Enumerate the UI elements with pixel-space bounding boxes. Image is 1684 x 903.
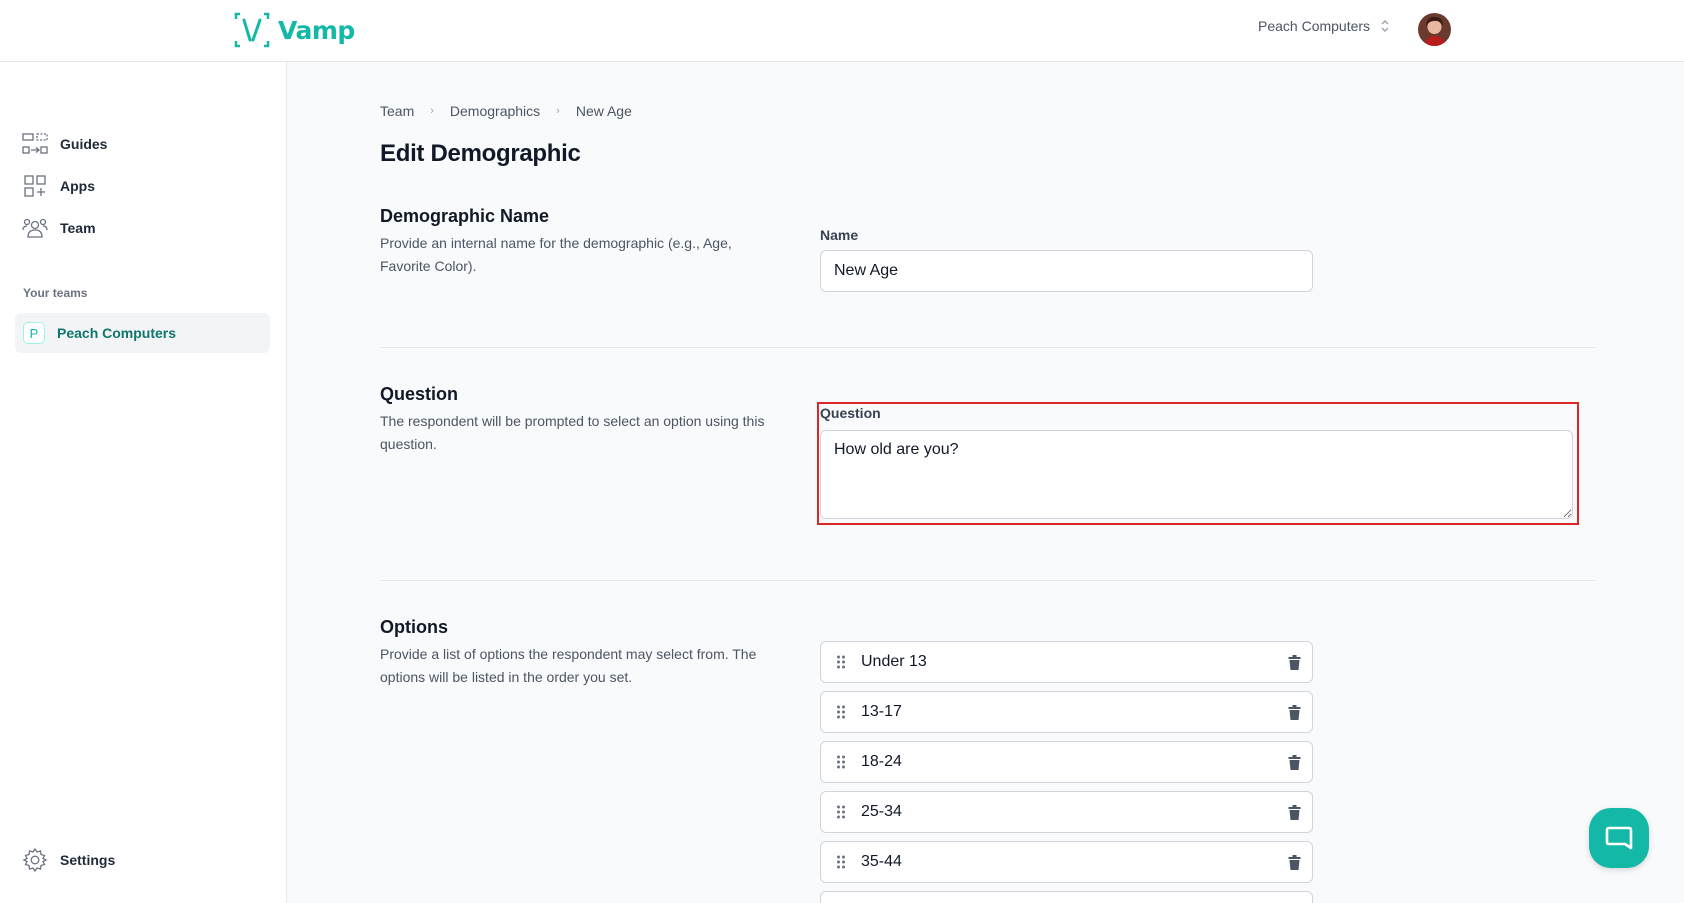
brand-name: Vamp	[278, 15, 355, 45]
question-field-label: Question	[820, 405, 881, 421]
team-icon	[22, 215, 48, 241]
breadcrumb-team[interactable]: Team	[380, 103, 414, 119]
trash-icon[interactable]	[1276, 754, 1312, 770]
sidebar-item-peach-computers[interactable]: P Peach Computers	[15, 313, 270, 353]
option-row-partial	[820, 891, 1313, 903]
option-text[interactable]: Under 13	[861, 653, 1276, 671]
sidebar-item-label: Guides	[60, 136, 108, 152]
option-row: 18-24	[820, 741, 1313, 783]
guides-icon	[22, 131, 48, 157]
chevron-up-down-icon	[1381, 20, 1389, 32]
option-row: 25-34	[820, 791, 1313, 833]
chat-button[interactable]	[1589, 808, 1649, 868]
breadcrumb-current: New Age	[575, 103, 632, 119]
apps-icon	[22, 173, 48, 199]
top-bar: Vamp Peach Computers	[0, 0, 1684, 62]
name-field-label: Name	[820, 227, 859, 243]
name-input[interactable]	[820, 250, 1313, 292]
sidebar-item-settings[interactable]: Settings	[22, 847, 115, 873]
name-section-title: Demographic Name	[380, 206, 550, 226]
sidebar-item-label: Settings	[60, 852, 116, 868]
breadcrumb-demographics[interactable]: Demographics	[450, 103, 540, 119]
option-text[interactable]: 25-34	[861, 803, 1276, 821]
vamp-logo-icon	[234, 12, 270, 48]
page-title: Edit Demographic	[380, 140, 581, 167]
drag-handle-icon[interactable]	[821, 754, 861, 770]
options-section-description: Provide a list of options the respondent…	[380, 646, 757, 685]
chevron-right-icon: ›	[430, 105, 434, 117]
gear-icon	[22, 847, 48, 873]
drag-handle-icon[interactable]	[821, 704, 861, 720]
option-row: 13-17	[820, 691, 1313, 733]
chevron-right-icon: ›	[556, 105, 560, 117]
option-row: Under 13	[820, 641, 1313, 683]
sidebar-item-label: Apps	[60, 178, 95, 194]
sidebar: Guides Apps Team Your teams P Peach Comp…	[0, 62, 287, 903]
trash-icon[interactable]	[1276, 854, 1312, 870]
option-row: 35-44	[820, 841, 1313, 883]
team-item-label: Peach Computers	[57, 325, 177, 341]
option-text[interactable]: 13-17	[861, 703, 1276, 721]
team-switcher[interactable]: Peach Computers	[1258, 18, 1390, 34]
drag-handle-icon[interactable]	[821, 804, 861, 820]
question-section-description: The respondent will be prompted to selec…	[380, 413, 765, 452]
drag-handle-icon[interactable]	[821, 654, 861, 670]
vamp-logo[interactable]: Vamp	[234, 10, 355, 50]
options-section-title: Options	[380, 617, 448, 637]
team-switcher-label: Peach Computers	[1258, 18, 1371, 34]
drag-handle-icon[interactable]	[821, 854, 861, 870]
breadcrumb: Team › Demographics › New Age	[380, 103, 632, 119]
question-textarea[interactable]: How old are you?	[820, 430, 1573, 519]
team-initial-badge: P	[23, 322, 45, 344]
question-section-title: Question	[380, 384, 459, 404]
option-text[interactable]: 18-24	[861, 753, 1276, 771]
chat-bubble-icon	[1605, 826, 1633, 850]
name-section-description: Provide an internal name for the demogra…	[380, 235, 732, 274]
trash-icon[interactable]	[1276, 654, 1312, 670]
sidebar-item-guides[interactable]: Guides	[22, 131, 107, 157]
section-divider	[380, 347, 1596, 348]
sidebar-item-apps[interactable]: Apps	[22, 173, 95, 199]
trash-icon[interactable]	[1276, 704, 1312, 720]
avatar[interactable]	[1418, 13, 1451, 46]
section-divider	[380, 580, 1596, 581]
option-text[interactable]: 35-44	[861, 853, 1276, 871]
trash-icon[interactable]	[1276, 804, 1312, 820]
sidebar-item-label: Team	[60, 220, 96, 236]
sidebar-item-team[interactable]: Team	[22, 215, 96, 241]
your-teams-heading: Your teams	[23, 286, 88, 300]
